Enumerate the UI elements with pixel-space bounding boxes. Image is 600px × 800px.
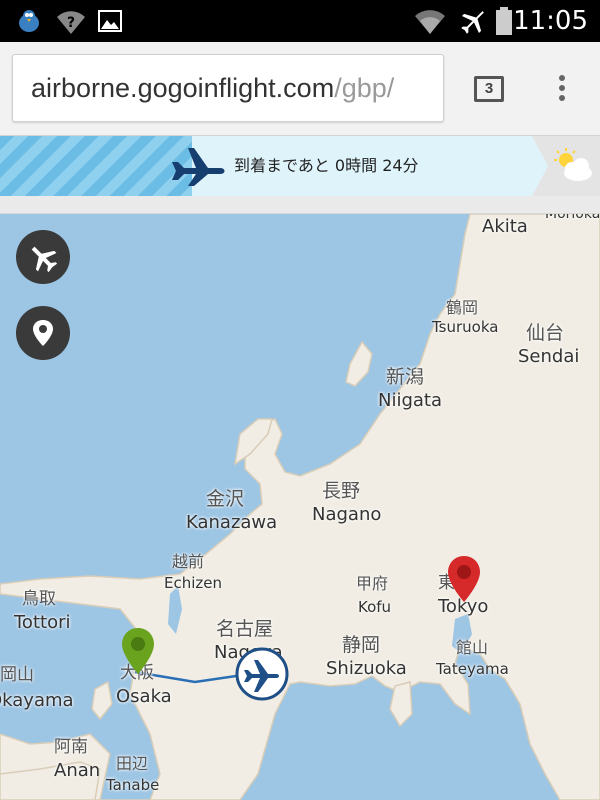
map-label-tateyama-jp: 館山 (456, 638, 489, 657)
location-button[interactable] (16, 306, 70, 360)
map-label-morioka: Morioka (545, 214, 600, 222)
map-label-tanabe: Tanabe (106, 776, 160, 794)
flight-map[interactable]: Morioka Akita 鶴岡 Tsuruoka 仙台 Sendai 新潟 N… (0, 214, 600, 800)
map-label-echizen-jp: 越前 (172, 552, 205, 571)
map-label-anan-jp: 阿南 (54, 737, 88, 757)
svg-text:?: ? (67, 15, 75, 31)
location-pin-icon (33, 320, 53, 346)
map-label-sendai-jp: 仙台 (526, 322, 565, 344)
map-label-niigata: Niigata (378, 390, 443, 411)
map-label-kofu-jp: 甲府 (356, 574, 389, 593)
flight-progress-banner: 到着まであと 0時間 24分 (0, 136, 600, 196)
map-label-tateyama: Tateyama (436, 660, 509, 678)
overflow-menu-icon[interactable] (548, 72, 576, 108)
map-label-akita: Akita (482, 216, 528, 237)
map-label-niigata-jp: 新潟 (386, 366, 425, 388)
map-label-tottori: Tottori (14, 612, 71, 633)
airplane-mode-icon (461, 11, 484, 34)
map-label-osaka: Osaka (116, 686, 172, 707)
address-bar[interactable]: airborne.gogoinflight.com/gbp/ (12, 54, 444, 122)
airplane-icon (31, 246, 58, 273)
map-label-okayama: Okayama (0, 690, 74, 711)
map-label-anan: Anan (54, 760, 101, 781)
battery-icon (496, 7, 512, 35)
map-label-tanabe-jp: 田辺 (116, 754, 149, 773)
map-landmass (0, 214, 600, 800)
status-bar: ? 11:05 (0, 0, 600, 42)
map-label-nagano-jp: 長野 (322, 480, 361, 502)
url-path: /gbp/ (334, 73, 395, 103)
bird-notification-icon (19, 10, 39, 32)
map-label-sendai: Sendai (518, 346, 580, 367)
wifi-icon (415, 10, 445, 34)
map-label-tsuruoka-jp: 鶴岡 (446, 298, 479, 317)
flight-view-button[interactable] (16, 230, 70, 284)
url-domain: airborne.gogoinflight.com (31, 73, 335, 103)
map-label-kanazawa: Kanazawa (186, 512, 278, 533)
map-label-kanazawa-jp: 金沢 (206, 488, 245, 510)
browser-toolbar: airborne.gogoinflight.com/gbp/ 3 (0, 42, 600, 136)
map-label-nagoya-jp: 名古屋 (216, 618, 274, 640)
partly-cloudy-icon (554, 148, 592, 181)
map-label-echizen: Echizen (164, 574, 223, 592)
map-label-tsuruoka: Tsuruoka (432, 318, 499, 336)
aircraft-position-icon[interactable] (234, 646, 290, 702)
origin-pin-icon[interactable] (120, 626, 156, 676)
map-label-shizuoka-jp: 静岡 (342, 634, 381, 656)
chevron-divider-icon (532, 136, 548, 196)
wifi-question-icon: ? (57, 11, 85, 34)
weather-button[interactable] (532, 136, 600, 196)
map-label-nagano: Nagano (312, 504, 382, 525)
image-icon (98, 10, 122, 32)
flight-progress-fill (0, 136, 192, 196)
tab-counter-icon[interactable]: 3 (474, 76, 504, 102)
destination-pin-icon[interactable] (446, 554, 482, 604)
map-label-kofu: Kofu (358, 598, 392, 616)
map-label-tottori-jp: 鳥取 (22, 589, 56, 609)
airplane-icon (172, 148, 225, 186)
map-label-shizuoka: Shizuoka (326, 658, 407, 679)
clock: 11:05 (513, 6, 588, 36)
map-separator (0, 196, 600, 214)
map-label-okayama-jp: 岡山 (0, 665, 34, 685)
remaining-time-text: 到着まであと 0時間 24分 (234, 156, 419, 175)
